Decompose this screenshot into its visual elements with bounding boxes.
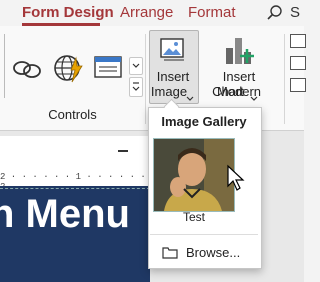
browse-button[interactable]: Browse... (186, 245, 240, 260)
controls-group-label: Controls (48, 107, 97, 122)
link-control-icon[interactable] (12, 54, 42, 89)
search-icon[interactable] (266, 4, 284, 27)
image-icon (160, 38, 186, 67)
property-sheet-icon[interactable] (290, 56, 306, 70)
image-gallery-title: Image Gallery (161, 114, 247, 129)
overflow-tab-letter: S (290, 4, 301, 21)
tab-format[interactable]: Format (188, 4, 236, 21)
tab-arrange[interactable]: Arrange (120, 4, 173, 21)
web-browser-control-icon[interactable] (52, 52, 86, 91)
insert-image-label-line1: Insert (156, 69, 190, 84)
form-header-bar (0, 136, 150, 175)
tab-form-design[interactable]: Form Design (22, 4, 114, 21)
ribbon-left-edge (0, 34, 5, 98)
mouse-cursor-icon (226, 164, 246, 197)
controls-scroll-down-button[interactable] (129, 57, 143, 75)
group-separator (284, 34, 285, 124)
modern-chart-icon (224, 34, 256, 71)
tab-order-icon[interactable] (290, 78, 306, 92)
insert-modern-chart-label-line2[interactable]: Chart (208, 84, 248, 99)
horizontal-ruler: 2 · · · · · · 1 · · · · · · 2 (0, 172, 150, 192)
form-header-title[interactable]: n Menu (0, 192, 130, 237)
add-existing-fields-icon[interactable] (290, 34, 306, 48)
dropdown-divider (150, 234, 258, 235)
folder-icon (162, 246, 178, 264)
gallery-item-caption: Test (182, 210, 205, 224)
gallery-item-test[interactable] (153, 138, 235, 212)
controls-more-button[interactable] (129, 77, 143, 97)
chevron-down-icon (250, 89, 258, 107)
minimize-icon[interactable] (118, 150, 128, 152)
navigation-control-icon[interactable] (94, 56, 122, 78)
group-separator (145, 34, 146, 124)
insert-image-label-line2: Image (150, 84, 188, 99)
chevron-down-icon (186, 89, 194, 107)
